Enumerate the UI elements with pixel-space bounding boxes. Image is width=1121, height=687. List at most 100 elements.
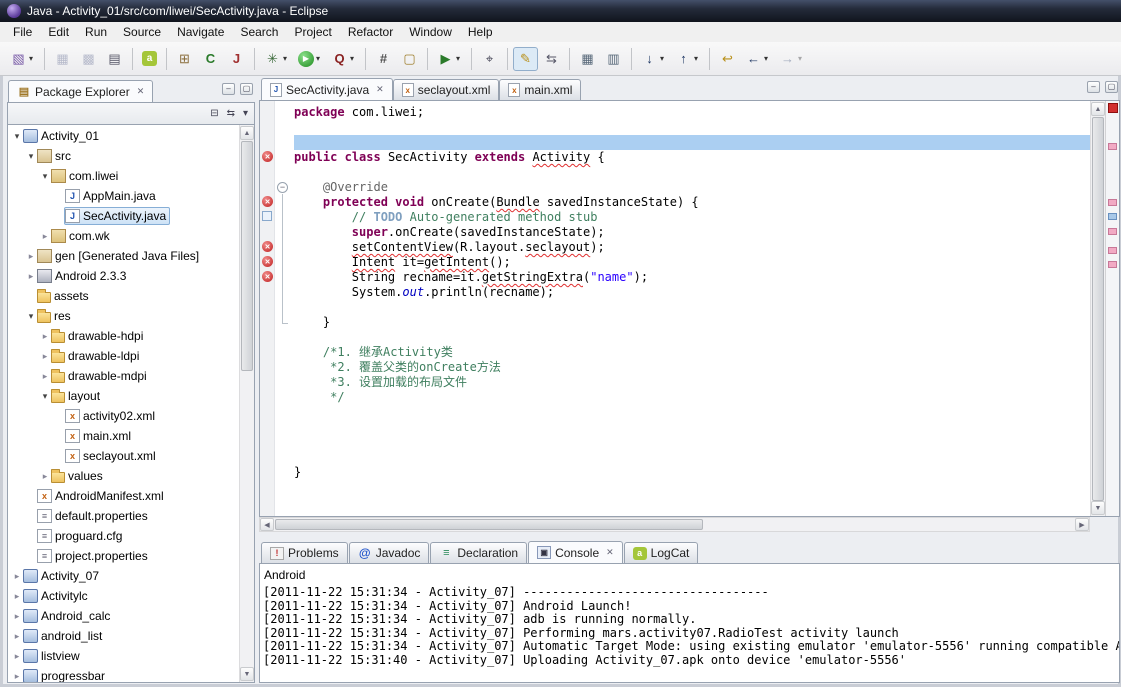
- menu-project[interactable]: Project: [286, 23, 339, 41]
- new-java-package-button[interactable]: ⊞: [172, 47, 197, 71]
- back-button[interactable]: ←▾: [741, 47, 774, 71]
- fold-collapse-icon[interactable]: −: [277, 182, 288, 193]
- tab-declaration[interactable]: ≡Declaration: [430, 542, 527, 563]
- tree-item-res[interactable]: ▾res: [8, 306, 238, 326]
- link-with-editor-button[interactable]: ⇆: [539, 47, 564, 71]
- editor-hscrollbar-thumb[interactable]: [275, 519, 703, 530]
- tree-expand-icon[interactable]: ▸: [26, 271, 36, 282]
- tree-item-values[interactable]: ▸values: [8, 466, 238, 486]
- tree-expand-icon[interactable]: ▸: [12, 631, 22, 642]
- pink-ruler-marker[interactable]: [1108, 247, 1117, 254]
- save-all-button[interactable]: ▩: [76, 47, 101, 71]
- tab-javadoc[interactable]: @Javadoc: [349, 542, 430, 563]
- save-button[interactable]: ▦: [50, 47, 75, 71]
- tree-collapse-icon[interactable]: ▾: [12, 131, 22, 142]
- junit-button[interactable]: J: [224, 47, 249, 71]
- dropdown-caret-icon[interactable]: ▾: [281, 54, 289, 63]
- tree-expand-icon[interactable]: ▸: [40, 471, 50, 482]
- external-tools-button[interactable]: ▶▾: [433, 47, 466, 71]
- tree-scrollbar[interactable]: ▲ ▼: [239, 125, 254, 682]
- tree-item-seclayout-xml[interactable]: xseclayout.xml: [8, 446, 238, 466]
- tree-item-com-liwei[interactable]: ▾com.liwei: [8, 166, 238, 186]
- code-lines[interactable]: package com.liwei; public class SecActiv…: [292, 101, 1090, 516]
- dropdown-caret-icon[interactable]: ▾: [454, 54, 462, 63]
- run-button[interactable]: ▶▾: [294, 47, 326, 71]
- editor-scrollbar-thumb[interactable]: [1092, 117, 1104, 501]
- tree-item-project-properties[interactable]: ≡project.properties: [8, 546, 238, 566]
- menu-help[interactable]: Help: [460, 23, 501, 41]
- new-wizard-button[interactable]: ▧▾: [6, 47, 39, 71]
- editor-hscrollbar[interactable]: ◀ ▶: [259, 517, 1090, 532]
- pink-ruler-marker[interactable]: [1108, 261, 1117, 268]
- tree-expand-icon[interactable]: ▸: [12, 571, 22, 582]
- tree-item-drawable-ldpi[interactable]: ▸drawable-ldpi: [8, 346, 238, 366]
- dropdown-caret-icon[interactable]: ▾: [658, 54, 666, 63]
- dropdown-caret-icon[interactable]: ▾: [27, 54, 35, 63]
- tree-item-androidmanifest-xml[interactable]: xAndroidManifest.xml: [8, 486, 238, 506]
- tab-close-icon[interactable]: ✕: [376, 84, 384, 95]
- error-marker-icon[interactable]: ✕: [262, 271, 273, 282]
- menu-source[interactable]: Source: [115, 23, 169, 41]
- forward-button[interactable]: →▾: [775, 47, 808, 71]
- tree-item-com-wk[interactable]: ▸com.wk: [8, 226, 238, 246]
- tree-expand-icon[interactable]: ▸: [40, 331, 50, 342]
- open-type-button[interactable]: ▢: [397, 47, 422, 71]
- error-marker-icon[interactable]: ✕: [262, 256, 273, 267]
- error-overview-icon[interactable]: [1108, 103, 1118, 113]
- tab-console[interactable]: ▣Console✕: [528, 541, 623, 563]
- minimize-editor-icon[interactable]: –: [1087, 81, 1100, 93]
- tree-expand-icon[interactable]: ▸: [12, 591, 22, 602]
- scroll-left-icon[interactable]: ◀: [260, 518, 274, 531]
- tree-expand-icon[interactable]: ▸: [26, 251, 36, 262]
- tree-item-activity-07[interactable]: ▸Activity_07: [8, 566, 238, 586]
- minimize-view-icon[interactable]: –: [222, 83, 235, 95]
- new-java-class-button[interactable]: C: [198, 47, 223, 71]
- tree-item-default-properties[interactable]: ≡default.properties: [8, 506, 238, 526]
- search-button[interactable]: ⌖: [477, 47, 502, 71]
- tree-item-src[interactable]: ▾src: [8, 146, 238, 166]
- tree-expand-icon[interactable]: ▸: [12, 651, 22, 662]
- close-view-icon[interactable]: ✕: [137, 86, 145, 97]
- tree-item-main-xml[interactable]: xmain.xml: [8, 426, 238, 446]
- dropdown-caret-icon[interactable]: ▾: [314, 54, 322, 63]
- menu-search[interactable]: Search: [232, 23, 286, 41]
- tree-expand-icon[interactable]: ▸: [40, 231, 50, 242]
- editor-scrollbar[interactable]: ▲ ▼: [1090, 101, 1105, 516]
- dropdown-caret-icon[interactable]: ▾: [762, 54, 770, 63]
- console-output[interactable]: [2011-11-22 15:31:34 - Activity_07] ----…: [263, 586, 1119, 667]
- tree-scrollbar-thumb[interactable]: [241, 141, 253, 371]
- debug-button[interactable]: ✳▾: [260, 47, 293, 71]
- new-android-project-button[interactable]: a: [138, 47, 161, 71]
- tree-item-activity-01[interactable]: ▾Activity_01: [8, 126, 238, 146]
- title-bar[interactable]: Java - Activity_01/src/com/liwei/SecActi…: [0, 0, 1121, 22]
- maximize-view-icon[interactable]: ▢: [240, 83, 253, 95]
- link-with-editor-button[interactable]: ⇆: [227, 108, 235, 119]
- tab-problems[interactable]: !Problems: [261, 542, 348, 563]
- menu-run[interactable]: Run: [77, 23, 115, 41]
- pink-ruler-marker[interactable]: [1108, 143, 1117, 150]
- tree-collapse-icon[interactable]: ▾: [40, 171, 50, 182]
- editor-tab-seclayout.xml[interactable]: xseclayout.xml: [393, 79, 500, 100]
- tree-item-drawable-mdpi[interactable]: ▸drawable-mdpi: [8, 366, 238, 386]
- tree-collapse-icon[interactable]: ▾: [40, 391, 50, 402]
- tree-item-activitylc[interactable]: ▸Activitylc: [8, 586, 238, 606]
- tree-item-layout[interactable]: ▾layout: [8, 386, 238, 406]
- tree-expand-icon[interactable]: ▸: [40, 351, 50, 362]
- tree-item-progressbar[interactable]: ▸progressbar: [8, 666, 238, 682]
- menu-edit[interactable]: Edit: [40, 23, 77, 41]
- tree-collapse-icon[interactable]: ▾: [26, 151, 36, 162]
- package-explorer-tab[interactable]: ▤ Package Explorer ✕: [8, 80, 153, 102]
- coverage-button[interactable]: Q▾: [327, 47, 360, 71]
- tree-item-android-calc[interactable]: ▸Android_calc: [8, 606, 238, 626]
- tree-item-android-2-3-3[interactable]: ▸Android 2.3.3: [8, 266, 238, 286]
- scroll-up-icon[interactable]: ▲: [1091, 102, 1105, 116]
- scroll-up-icon[interactable]: ▲: [240, 126, 254, 140]
- quickfix-marker-icon[interactable]: [262, 211, 272, 221]
- scroll-right-icon[interactable]: ▶: [1075, 518, 1089, 531]
- menu-refactor[interactable]: Refactor: [340, 23, 401, 41]
- new-package-button[interactable]: #: [371, 47, 396, 71]
- menu-navigate[interactable]: Navigate: [169, 23, 232, 41]
- dropdown-caret-icon[interactable]: ▾: [692, 54, 700, 63]
- menu-file[interactable]: File: [5, 23, 40, 41]
- collapse-all-button[interactable]: ⊟: [210, 108, 218, 119]
